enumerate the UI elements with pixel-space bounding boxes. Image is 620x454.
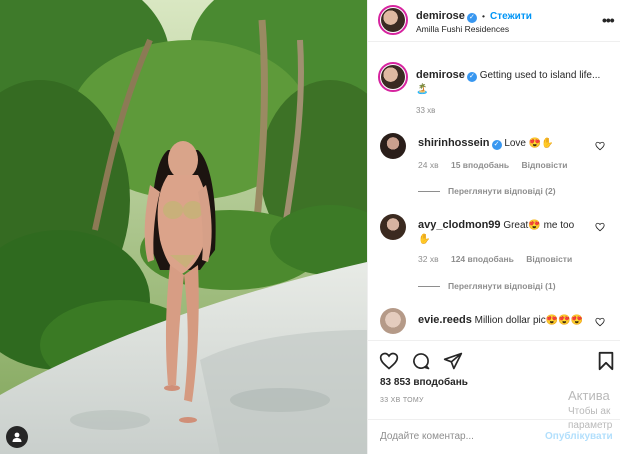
location-link[interactable]: Amilla Fushi Residences: [416, 24, 509, 34]
comment-like-heart-icon[interactable]: [595, 141, 605, 151]
comment-emoji: 😍✋: [528, 138, 554, 149]
comment-text-2: me too: [540, 220, 575, 231]
tag-user-button[interactable]: [6, 426, 28, 448]
comment-text: Love: [504, 138, 529, 149]
comment-username[interactable]: avy_clodmon99: [418, 219, 501, 231]
post-time-ago: 33 ХВ ТОМУ: [380, 397, 424, 404]
comment-likes[interactable]: 124 вподобань: [451, 254, 514, 264]
view-replies-1[interactable]: Переглянути відповіді (2): [418, 186, 556, 196]
comment-emoji: 😍: [528, 220, 541, 231]
replies-divider: [418, 286, 440, 288]
caption-time: 33 хв: [416, 106, 436, 115]
photo-illustration: [0, 0, 367, 454]
comment-input[interactable]: Додайте коментар...: [380, 431, 474, 442]
caption-author-avatar[interactable]: [378, 62, 408, 92]
activation-watermark-title: Актива: [568, 388, 610, 403]
comment-time: 24 хв: [418, 160, 439, 170]
reply-button[interactable]: Відповісти: [526, 254, 572, 264]
commenter-avatar[interactable]: [380, 133, 406, 159]
comment-likes[interactable]: 15 вподобань: [451, 160, 509, 170]
likes-count[interactable]: 83 853 вподобань: [380, 377, 468, 388]
commenter-avatar[interactable]: [380, 214, 406, 240]
view-replies-label[interactable]: Переглянути відповіді (2): [448, 186, 556, 196]
comment-2: avy_clodmon99 Great😍 me too ✋: [418, 218, 593, 247]
save-bookmark-icon[interactable]: [597, 351, 615, 371]
verified-badge-icon: ✓: [466, 13, 477, 23]
comment-bubble-icon[interactable]: [411, 351, 431, 371]
comment-like-heart-icon[interactable]: [595, 317, 605, 327]
caption-username[interactable]: demirose: [416, 69, 465, 81]
post-header: demirose ✓ • Стежити Amilla Fushi Residen…: [368, 0, 620, 42]
caption-emoji: 🏝️: [416, 84, 429, 95]
comment-text: Great: [503, 220, 529, 231]
view-replies-label[interactable]: Переглянути відповіді (1): [448, 281, 556, 291]
commenter-avatar[interactable]: [380, 308, 406, 334]
post-side-panel: demirose ✓ • Стежити Amilla Fushi Residen…: [367, 0, 620, 454]
follow-button[interactable]: Стежити: [490, 11, 532, 22]
comment-1: shirinhossein ✓ Love 😍✋: [418, 137, 554, 150]
replies-divider: [418, 191, 440, 193]
comment-2-meta: 32 хв 124 вподобань Відповісти: [418, 254, 572, 264]
post-photo[interactable]: [0, 0, 367, 454]
view-replies-2[interactable]: Переглянути відповіді (1): [418, 281, 556, 291]
comment-username[interactable]: evie.reeds: [418, 314, 472, 326]
comment-like-heart-icon[interactable]: [595, 222, 605, 232]
user-icon: [12, 432, 22, 442]
activation-watermark-line2: Чтобы ак: [568, 406, 611, 417]
comment-username[interactable]: shirinhossein: [418, 137, 490, 149]
author-avatar[interactable]: [378, 5, 408, 35]
share-send-icon[interactable]: [443, 351, 463, 371]
separator-dot: •: [481, 11, 485, 21]
comment-emoji-2: ✋: [418, 234, 431, 245]
comment-time: 32 хв: [418, 254, 439, 264]
header-title-row: demirose ✓ • Стежити: [416, 10, 532, 23]
caption-text: Getting used to island life...: [479, 70, 601, 81]
verified-badge-icon: ✓: [491, 140, 502, 150]
comment-emoji: 😍😍😍: [545, 315, 584, 326]
caption: demirose ✓ Getting used to island life...…: [416, 68, 606, 97]
more-options-icon[interactable]: •••: [602, 12, 615, 28]
author-username[interactable]: demirose: [416, 10, 465, 22]
verified-badge-icon: ✓: [466, 72, 477, 82]
reply-button[interactable]: Відповісти: [522, 160, 568, 170]
like-heart-icon[interactable]: [379, 351, 399, 371]
comment-text: Million dollar pic: [474, 315, 546, 326]
comment-1-meta: 24 хв 15 вподобань Відповісти: [418, 160, 567, 170]
comment-3: evie.reeds Million dollar pic😍😍😍: [418, 314, 583, 326]
activation-watermark-line3: параметр: [568, 420, 613, 431]
publish-button[interactable]: Опублікувати: [545, 431, 613, 442]
